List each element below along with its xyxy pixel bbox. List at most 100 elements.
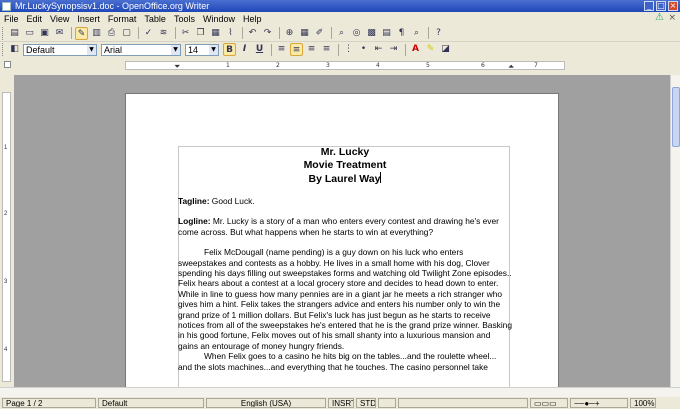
doc-title: Mr. Lucky (320, 146, 370, 158)
table-icon[interactable]: ▦ (298, 27, 311, 40)
horizontal-scrollbar[interactable] (0, 387, 680, 397)
formatting-toolbar: ◧ Default ▼ Arial ▼ 14 ▼ B I U ≡ ≡ ≡ ≡ ⋮… (0, 42, 680, 57)
zoom-slider[interactable]: −─●─+ (570, 398, 628, 408)
email-icon[interactable]: ✉ (53, 27, 66, 40)
signature-indicator[interactable] (398, 398, 528, 408)
maximize-button[interactable]: □ (656, 1, 666, 11)
styles-formatting-icon[interactable]: ◧ (8, 43, 21, 56)
document-workspace[interactable]: Mr. Lucky Movie Treatment By Laurel Way … (14, 75, 670, 387)
ruler-tick: 3 (326, 62, 330, 69)
chevron-down-icon[interactable]: ▼ (171, 44, 180, 55)
copy-icon[interactable]: ❐ (194, 27, 207, 40)
align-left-icon[interactable]: ≡ (275, 43, 288, 56)
paragraph-style-select[interactable]: Default ▼ (23, 43, 97, 56)
document-page[interactable]: Mr. Lucky Movie Treatment By Laurel Way … (125, 93, 559, 387)
justify-icon[interactable]: ≡ (320, 43, 333, 56)
toolbar-grip[interactable] (2, 43, 5, 56)
underline-button[interactable]: U (253, 43, 266, 56)
cut-icon[interactable]: ✂ (179, 27, 192, 40)
zoom-icon[interactable]: ⌕ (410, 27, 423, 40)
nonprinting-characters-icon[interactable]: ¶ (395, 27, 408, 40)
menu-bar: File Edit View Insert Format Table Tools… (0, 12, 680, 25)
chevron-down-icon[interactable]: ▼ (87, 44, 96, 55)
navigator-icon[interactable]: ◎ (350, 27, 363, 40)
close-document-button[interactable]: × (668, 13, 676, 23)
decrease-indent-icon[interactable]: ⇤ (372, 43, 385, 56)
page-indicator[interactable]: Page 1 / 2 (2, 398, 96, 408)
autospellcheck-icon[interactable]: ≋ (157, 27, 170, 40)
page-preview-icon[interactable]: ▢ (120, 27, 133, 40)
vertical-ruler[interactable]: 1 2 3 4 (2, 92, 11, 382)
document-modified-indicator[interactable] (378, 398, 396, 408)
tab-stop-selector[interactable] (4, 61, 11, 68)
menu-edit[interactable]: Edit (27, 14, 43, 24)
menu-tools[interactable]: Tools (174, 14, 195, 24)
align-center-icon[interactable]: ≡ (290, 43, 303, 56)
background-color-icon[interactable]: ◪ (439, 43, 452, 56)
logline-paragraph: Logline: Mr. Lucky is a story of a man w… (178, 216, 512, 237)
page-style-indicator[interactable]: Default (98, 398, 204, 408)
left-indent-marker[interactable]: ⏷ (174, 62, 180, 72)
clone-formatting-icon[interactable]: ⌇ (224, 27, 237, 40)
ruler-tick: 7 (534, 62, 538, 69)
highlighting-icon[interactable]: ✎ (424, 43, 437, 56)
language-indicator[interactable]: English (USA) (206, 398, 326, 408)
minimize-button[interactable]: _ (644, 1, 654, 11)
menu-format[interactable]: Format (108, 14, 137, 24)
print-icon[interactable]: ⎙ (105, 27, 118, 40)
close-button[interactable]: × (668, 1, 678, 11)
vertical-scrollbar[interactable] (670, 75, 680, 387)
save-icon[interactable]: ▣ (38, 27, 51, 40)
gallery-icon[interactable]: ▩ (365, 27, 378, 40)
ruler-tick: 2 (276, 62, 280, 69)
italic-button[interactable]: I (238, 43, 251, 56)
spellcheck-icon[interactable]: ✓ (142, 27, 155, 40)
update-notification-icon[interactable]: ⚠ (655, 12, 664, 23)
toolbar-separator (279, 27, 280, 39)
horizontal-ruler-bar: ⏷ 1 2 3 4 5 6 ⏶ 7 (0, 57, 680, 75)
chevron-down-icon[interactable]: ▼ (209, 44, 218, 55)
increase-indent-icon[interactable]: ⇥ (387, 43, 400, 56)
align-right-icon[interactable]: ≡ (305, 43, 318, 56)
paragraph-style-value: Default (26, 44, 55, 55)
tagline-paragraph: Tagline: Good Luck. (178, 196, 512, 206)
show-draw-functions-icon[interactable]: ✐ (313, 27, 326, 40)
paste-icon[interactable]: ▦ (209, 27, 222, 40)
insert-mode-indicator[interactable]: INSRT (328, 398, 354, 408)
horizontal-ruler[interactable]: ⏷ 1 2 3 4 5 6 ⏶ 7 (125, 61, 565, 72)
right-indent-marker[interactable]: ⏶ (508, 62, 514, 72)
font-name-value: Arial (104, 44, 123, 55)
toolbar-grip[interactable] (2, 26, 5, 40)
menu-window[interactable]: Window (203, 14, 235, 24)
font-size-select[interactable]: 14 ▼ (185, 43, 219, 56)
font-name-select[interactable]: Arial ▼ (101, 43, 181, 56)
menu-insert[interactable]: Insert (77, 14, 100, 24)
ruler-tick: 6 (481, 62, 485, 69)
vertical-scroll-thumb[interactable] (672, 87, 680, 147)
selection-mode-indicator[interactable]: STD (356, 398, 376, 408)
redo-icon[interactable]: ↷ (261, 27, 274, 40)
view-layout-icons[interactable]: ▭▭▭ (530, 398, 568, 408)
zoom-level[interactable]: 100% (630, 398, 656, 408)
bold-button[interactable]: B (223, 43, 236, 56)
logline-label: Logline: (178, 216, 211, 227)
font-color-icon[interactable]: A (409, 43, 422, 56)
data-sources-icon[interactable]: ▤ (380, 27, 393, 40)
numbering-icon[interactable]: ⋮ (342, 43, 355, 56)
menu-file[interactable]: File (4, 14, 19, 24)
bullets-icon[interactable]: • (357, 43, 370, 56)
menu-table[interactable]: Table (144, 14, 166, 24)
menu-view[interactable]: View (50, 14, 69, 24)
menu-help[interactable]: Help (243, 14, 262, 24)
help-icon[interactable]: ? (432, 27, 445, 40)
find-replace-icon[interactable]: ⌕ (335, 27, 348, 40)
hyperlink-icon[interactable]: ⊕ (283, 27, 296, 40)
open-icon[interactable]: ▭ (23, 27, 36, 40)
new-document-icon[interactable]: ▤ (8, 27, 21, 40)
edit-file-icon[interactable]: ✎ (75, 26, 88, 40)
document-body[interactable]: Mr. Lucky Movie Treatment By Laurel Way … (178, 146, 512, 372)
export-pdf-icon[interactable]: ▥ (90, 27, 103, 40)
undo-icon[interactable]: ↶ (246, 27, 259, 40)
